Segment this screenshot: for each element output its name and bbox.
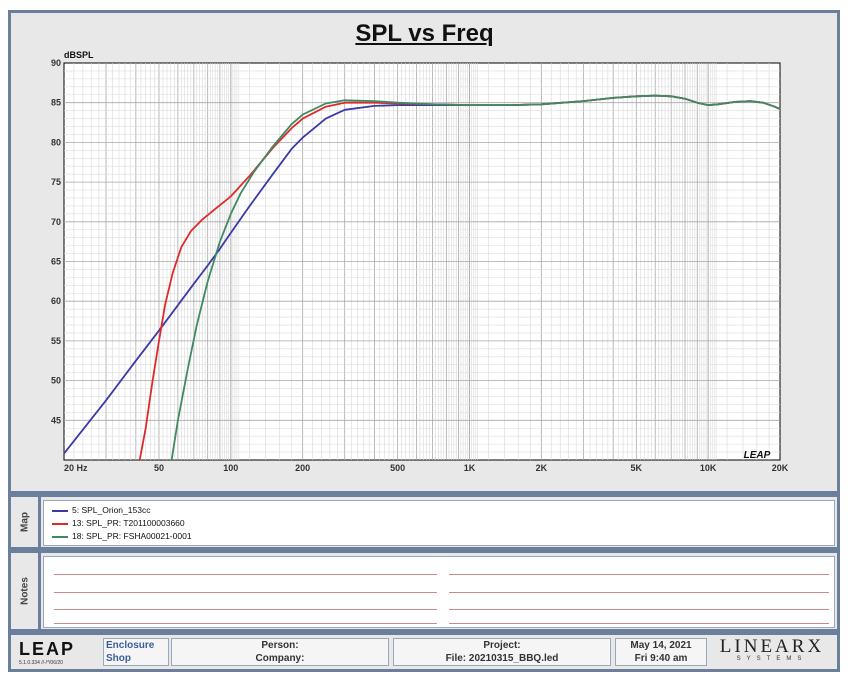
note-line (449, 623, 829, 624)
project-label: Project: (483, 640, 521, 651)
time-text: Fri 9:40 am (634, 653, 688, 664)
product-line1: Enclosure (106, 640, 155, 651)
legend-item[interactable]: 5: SPL_Orion_153cc (52, 505, 150, 515)
y-tick-label: 55 (51, 336, 61, 346)
note-line (54, 623, 437, 624)
notes-tab: Notes (11, 553, 41, 629)
product-name: Enclosure Shop (103, 638, 169, 666)
x-tick-label: 10K (700, 463, 717, 473)
map-label: Map (19, 512, 30, 532)
note-line (54, 609, 437, 610)
note-line (54, 592, 437, 593)
y-tick-label: 70 (51, 217, 61, 227)
x-tick-label: 1K (464, 463, 476, 473)
legend-item[interactable]: 13: SPL_PR: T201100003660 (52, 518, 185, 528)
note-line (449, 609, 829, 610)
notes-section: Notes (8, 550, 840, 632)
file-label: File: 20210315_BBQ.led (445, 653, 559, 664)
legend-label: 13: SPL_PR: T201100003660 (72, 518, 185, 528)
brand-text: LINEARX (719, 636, 825, 657)
product-line2: Shop (106, 653, 131, 664)
notes-label: Notes (19, 577, 30, 605)
spl-chart: 20 Hz 50 100 200 500 1K 2K 5K 10K 20K 90 85 80 75 70 65… (51, 50, 789, 473)
leap-logo: LEAP (19, 639, 76, 659)
y-tick-label: 50 (51, 376, 61, 386)
person-box: Person: Company: (171, 638, 389, 666)
y-tick-label: 80 (51, 137, 61, 147)
x-tick-label: 20 Hz (64, 463, 88, 473)
x-tick-label: 200 (295, 463, 310, 473)
y-axis-label: dBSPL (64, 50, 94, 60)
x-tick-label: 20K (772, 463, 789, 473)
legend: 5: SPL_Orion_153cc 13: SPL_PR: T20110000… (43, 500, 835, 546)
version-text: 5.1.0.334 //-/*/06/20 (19, 660, 63, 666)
x-tick-label: 5K (631, 463, 643, 473)
leap-watermark: LEAP (744, 450, 771, 461)
note-line (54, 574, 437, 575)
y-tick-label: 75 (51, 177, 61, 187)
x-tick-label: 500 (390, 463, 405, 473)
date-box: May 14, 2021 Fri 9:40 am (615, 638, 707, 666)
x-tick-label: 2K (536, 463, 548, 473)
x-tick-label: 100 (223, 463, 238, 473)
project-box: Project: File: 20210315_BBQ.led (393, 638, 611, 666)
linearx-logo: LINEARX SYSTEMS (711, 636, 833, 666)
notes-area[interactable] (43, 556, 835, 628)
map-section: Map 5: SPL_Orion_153cc 13: SPL_PR: T2011… (8, 494, 840, 550)
person-label: Person: (261, 640, 299, 651)
legend-item[interactable]: 18: SPL_PR: FSHA00021-0001 (52, 531, 192, 541)
footer: LEAP 5.1.0.334 //-/*/06/20 Enclosure Sho… (8, 632, 840, 672)
y-tick-label: 45 (51, 415, 61, 425)
legend-swatch (52, 535, 68, 538)
legend-label: 18: SPL_PR: FSHA00021-0001 (72, 531, 192, 541)
y-tick-label: 65 (51, 257, 61, 267)
x-tick-label: 50 (154, 463, 164, 473)
y-tick-label: 90 (51, 58, 61, 68)
note-line (449, 574, 829, 575)
y-tick-label: 60 (51, 296, 61, 306)
legend-swatch (52, 522, 68, 525)
map-tab: Map (11, 497, 41, 547)
company-label: Company: (255, 653, 305, 664)
y-tick-label: 85 (51, 98, 61, 108)
legend-swatch (52, 509, 68, 512)
legend-label: 5: SPL_Orion_153cc (72, 505, 151, 515)
note-line (449, 592, 829, 593)
date-text: May 14, 2021 (630, 640, 692, 651)
